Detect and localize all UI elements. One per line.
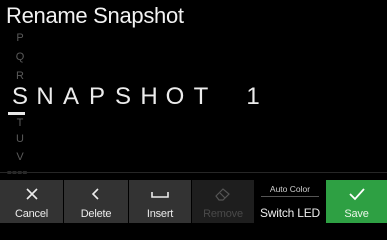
led-separator — [261, 196, 319, 197]
switch-led-button[interactable]: Auto Color Switch LED — [255, 180, 325, 223]
name-char[interactable]: P — [86, 82, 108, 112]
auto-color-label: Auto Color — [269, 184, 311, 194]
rename-snapshot-screen: Rename Snapshot P Q R T U V S N A P S H … — [0, 0, 387, 223]
text-cursor — [8, 112, 25, 115]
picker-char-above: P — [16, 32, 24, 44]
section-divider — [0, 172, 387, 173]
save-button[interactable]: Save — [326, 180, 387, 223]
name-char[interactable]: H — [138, 82, 160, 112]
name-char[interactable]: 1 — [242, 82, 264, 112]
picker-char-above: Q — [15, 51, 25, 63]
insert-button[interactable]: Insert — [129, 180, 191, 223]
cancel-button[interactable]: Cancel — [0, 180, 63, 223]
switch-led-label: Switch LED — [259, 206, 321, 220]
space-icon — [129, 184, 191, 204]
picker-char-above: R — [16, 70, 24, 82]
name-char[interactable]: A — [60, 82, 82, 112]
save-button-label: Save — [344, 208, 369, 220]
name-char[interactable]: O — [164, 82, 186, 112]
check-icon — [326, 184, 387, 204]
picker-char-below: T — [16, 117, 24, 129]
remove-button-label: Remove — [203, 208, 243, 220]
name-char[interactable]: S — [112, 82, 134, 112]
page-title: Rename Snapshot — [6, 3, 184, 28]
name-char[interactable]: N — [34, 82, 56, 112]
delete-button[interactable]: Delete — [64, 180, 128, 223]
chevron-left-icon — [64, 184, 128, 204]
picker-char-below: V — [16, 151, 24, 163]
remove-button[interactable]: Remove — [192, 180, 254, 223]
name-char[interactable]: T — [190, 82, 212, 112]
cancel-button-label: Cancel — [14, 208, 49, 220]
close-icon — [0, 184, 63, 204]
name-char[interactable]: S — [9, 82, 31, 112]
delete-button-label: Delete — [80, 208, 112, 220]
eraser-icon — [192, 184, 254, 204]
button-bar: Cancel Delete Insert Remove Auto Color S… — [0, 180, 387, 223]
insert-button-label: Insert — [146, 208, 174, 220]
picker-char-below: U — [16, 133, 24, 145]
